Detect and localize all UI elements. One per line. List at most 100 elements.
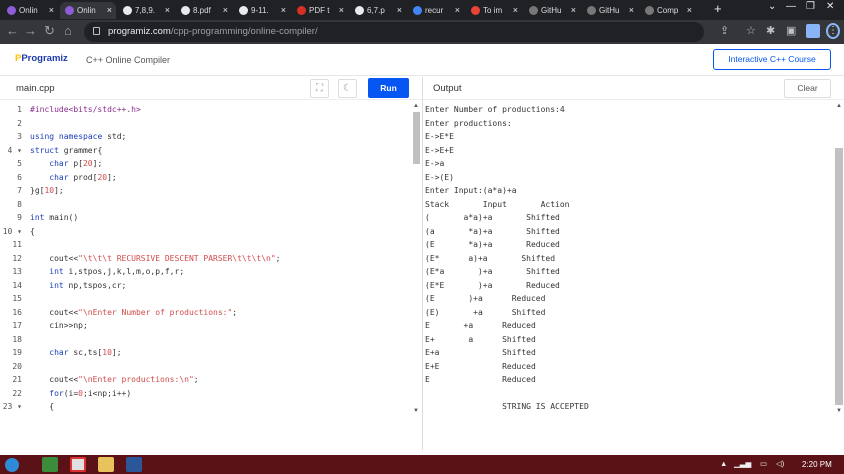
code-line[interactable]: 11 — [0, 238, 410, 252]
browser-tab[interactable]: GitHu × — [524, 2, 580, 19]
restore-button[interactable]: ❐ — [806, 1, 815, 12]
tab-close-icon[interactable]: × — [397, 5, 402, 15]
tray-arrow-icon[interactable]: ▲ — [720, 459, 727, 468]
browser-tab[interactable]: 7,8,9. × — [118, 2, 174, 19]
code-line[interactable]: 12 cout<<"\t\t\t RECURSIVE DESCENT PARSE… — [0, 252, 410, 266]
forward-icon[interactable]: → — [24, 23, 37, 38]
file-tab[interactable]: main.cpp — [16, 83, 55, 94]
word-icon[interactable] — [126, 457, 142, 472]
tab-favicon-icon — [529, 6, 538, 15]
fullscreen-icon[interactable]: ⛶ — [310, 79, 329, 98]
line-number: 6 — [17, 172, 22, 182]
tab-search-icon[interactable]: ⌄ — [768, 1, 776, 12]
browser-tab[interactable]: GitHu × — [582, 2, 638, 19]
code-line[interactable]: 23 ▾ { — [0, 400, 410, 414]
home-icon[interactable]: ⌂ — [64, 23, 72, 38]
browser-tab[interactable]: Comp × — [640, 2, 696, 19]
tab-close-icon[interactable]: × — [223, 5, 228, 15]
line-number: 5 — [17, 159, 22, 168]
tab-close-icon[interactable]: × — [513, 5, 518, 15]
code-line[interactable]: 8 — [0, 198, 410, 212]
back-icon[interactable]: ← — [6, 23, 19, 38]
tab-label: 9-11. — [251, 6, 269, 15]
run-button[interactable]: Run — [368, 78, 409, 98]
tab-label: 8.pdf — [193, 6, 211, 15]
star-icon[interactable]: ☆ — [746, 24, 756, 37]
chrome-icon[interactable] — [70, 457, 86, 472]
code-line[interactable]: 2 — [0, 117, 410, 131]
browser-tab[interactable]: 9-11. × — [234, 2, 290, 19]
kebab-menu-icon[interactable]: ⋮ — [826, 23, 840, 39]
browser-tab[interactable]: To im × — [466, 2, 522, 19]
browser-tab[interactable]: Onlin × — [60, 2, 116, 19]
android-studio-icon[interactable] — [42, 457, 58, 472]
code-line[interactable]: 15 — [0, 292, 410, 306]
programiz-logo[interactable]: PProgramiz — [15, 53, 68, 64]
reload-icon[interactable]: ↻ — [44, 23, 55, 39]
code-line[interactable]: 22 for(i=0;i<np;i++) — [0, 387, 410, 401]
browser-tab[interactable]: 8.pdf × — [176, 2, 232, 19]
new-tab-button[interactable]: + — [714, 1, 722, 16]
tab-favicon-icon — [587, 6, 596, 15]
theme-toggle-icon[interactable]: ☾ — [338, 79, 357, 98]
code-line[interactable]: 13 int i,stpos,j,k,l,m,o,p,f,r; — [0, 265, 410, 279]
code-line[interactable]: 21 cout<<"\nEnter productions:\n"; — [0, 373, 410, 387]
tab-close-icon[interactable]: × — [687, 5, 692, 15]
address-bar[interactable]: programiz.com/cpp-programming/online-com… — [84, 22, 704, 42]
interactive-course-button[interactable]: Interactive C++ Course — [713, 49, 831, 70]
close-window-button[interactable]: ✕ — [826, 1, 834, 12]
editor-header: main.cpp ⛶ ☾ Run — [0, 77, 422, 100]
scroll-up-icon[interactable]: ▲ — [413, 103, 419, 109]
start-button-icon[interactable] — [5, 458, 19, 472]
tab-close-icon[interactable]: × — [107, 5, 112, 15]
share-icon[interactable]: ⇪ — [720, 24, 729, 37]
tab-close-icon[interactable]: × — [165, 5, 170, 15]
code-line[interactable]: 3 using namespace std; — [0, 130, 410, 144]
puzzle-icon[interactable]: ✱ — [766, 24, 775, 37]
file-explorer-icon[interactable] — [98, 457, 114, 472]
code-line[interactable]: 5 char p[20]; — [0, 157, 410, 171]
sidebar-icon[interactable]: ▣ — [786, 24, 796, 37]
line-number: 20 — [12, 361, 22, 371]
browser-tab[interactable]: recur × — [408, 2, 464, 19]
editor-scroll-thumb[interactable] — [413, 112, 420, 164]
tab-close-icon[interactable]: × — [281, 5, 286, 15]
output-scrollbar[interactable]: ▲ ▼ — [834, 103, 844, 417]
pane-divider[interactable] — [422, 77, 423, 450]
minimize-button[interactable]: — — [786, 1, 796, 12]
browser-tab[interactable]: PDF t × — [292, 2, 348, 19]
tab-label: recur — [425, 6, 444, 15]
tab-close-icon[interactable]: × — [339, 5, 344, 15]
tab-close-icon[interactable]: × — [455, 5, 460, 15]
code-line[interactable]: 14 int np,tspos,cr; — [0, 279, 410, 293]
code-line[interactable]: 17 cin>>np; — [0, 319, 410, 333]
output-scroll-thumb[interactable] — [835, 148, 843, 405]
battery-icon[interactable]: ▭ — [760, 459, 767, 468]
code-line[interactable]: 18 — [0, 333, 410, 347]
tab-close-icon[interactable]: × — [629, 5, 634, 15]
code-line[interactable]: 4 ▾ struct grammer{ — [0, 144, 410, 158]
scroll-down-icon[interactable]: ▼ — [836, 408, 842, 414]
code-line[interactable]: 10 ▾ { — [0, 225, 410, 239]
scroll-down-icon[interactable]: ▼ — [413, 408, 419, 414]
code-editor[interactable]: 1 #include<bits/stdc++.h> 2 3 using namespac… — [0, 103, 410, 420]
code-line[interactable]: 1 #include<bits/stdc++.h> — [0, 103, 410, 117]
editor-scrollbar[interactable]: ▲ ▼ — [411, 103, 421, 417]
code-line[interactable]: 9 int main() — [0, 211, 410, 225]
scroll-up-icon[interactable]: ▲ — [836, 103, 842, 109]
code-line[interactable]: 7}g[10]; — [0, 184, 410, 198]
code-line[interactable]: 16 cout<<"\nEnter Number of productions:… — [0, 306, 410, 320]
code-line[interactable]: 19 char sc,ts[10]; — [0, 346, 410, 360]
browser-tab[interactable]: Onlin × — [2, 2, 58, 19]
tab-label: GitHu — [599, 6, 620, 15]
browser-tab[interactable]: 6,7.p × — [350, 2, 406, 19]
network-icon[interactable]: ▁▃▅ — [734, 459, 751, 468]
profile-avatar[interactable] — [806, 24, 820, 38]
tab-close-icon[interactable]: × — [49, 5, 54, 15]
tab-close-icon[interactable]: × — [571, 5, 576, 15]
clock[interactable]: 2:20 PM — [802, 460, 832, 469]
code-line[interactable]: 20 — [0, 360, 410, 374]
volume-icon[interactable]: ◁) — [776, 459, 784, 468]
clear-button[interactable]: Clear — [784, 79, 831, 98]
code-line[interactable]: 6 char prod[20]; — [0, 171, 410, 185]
